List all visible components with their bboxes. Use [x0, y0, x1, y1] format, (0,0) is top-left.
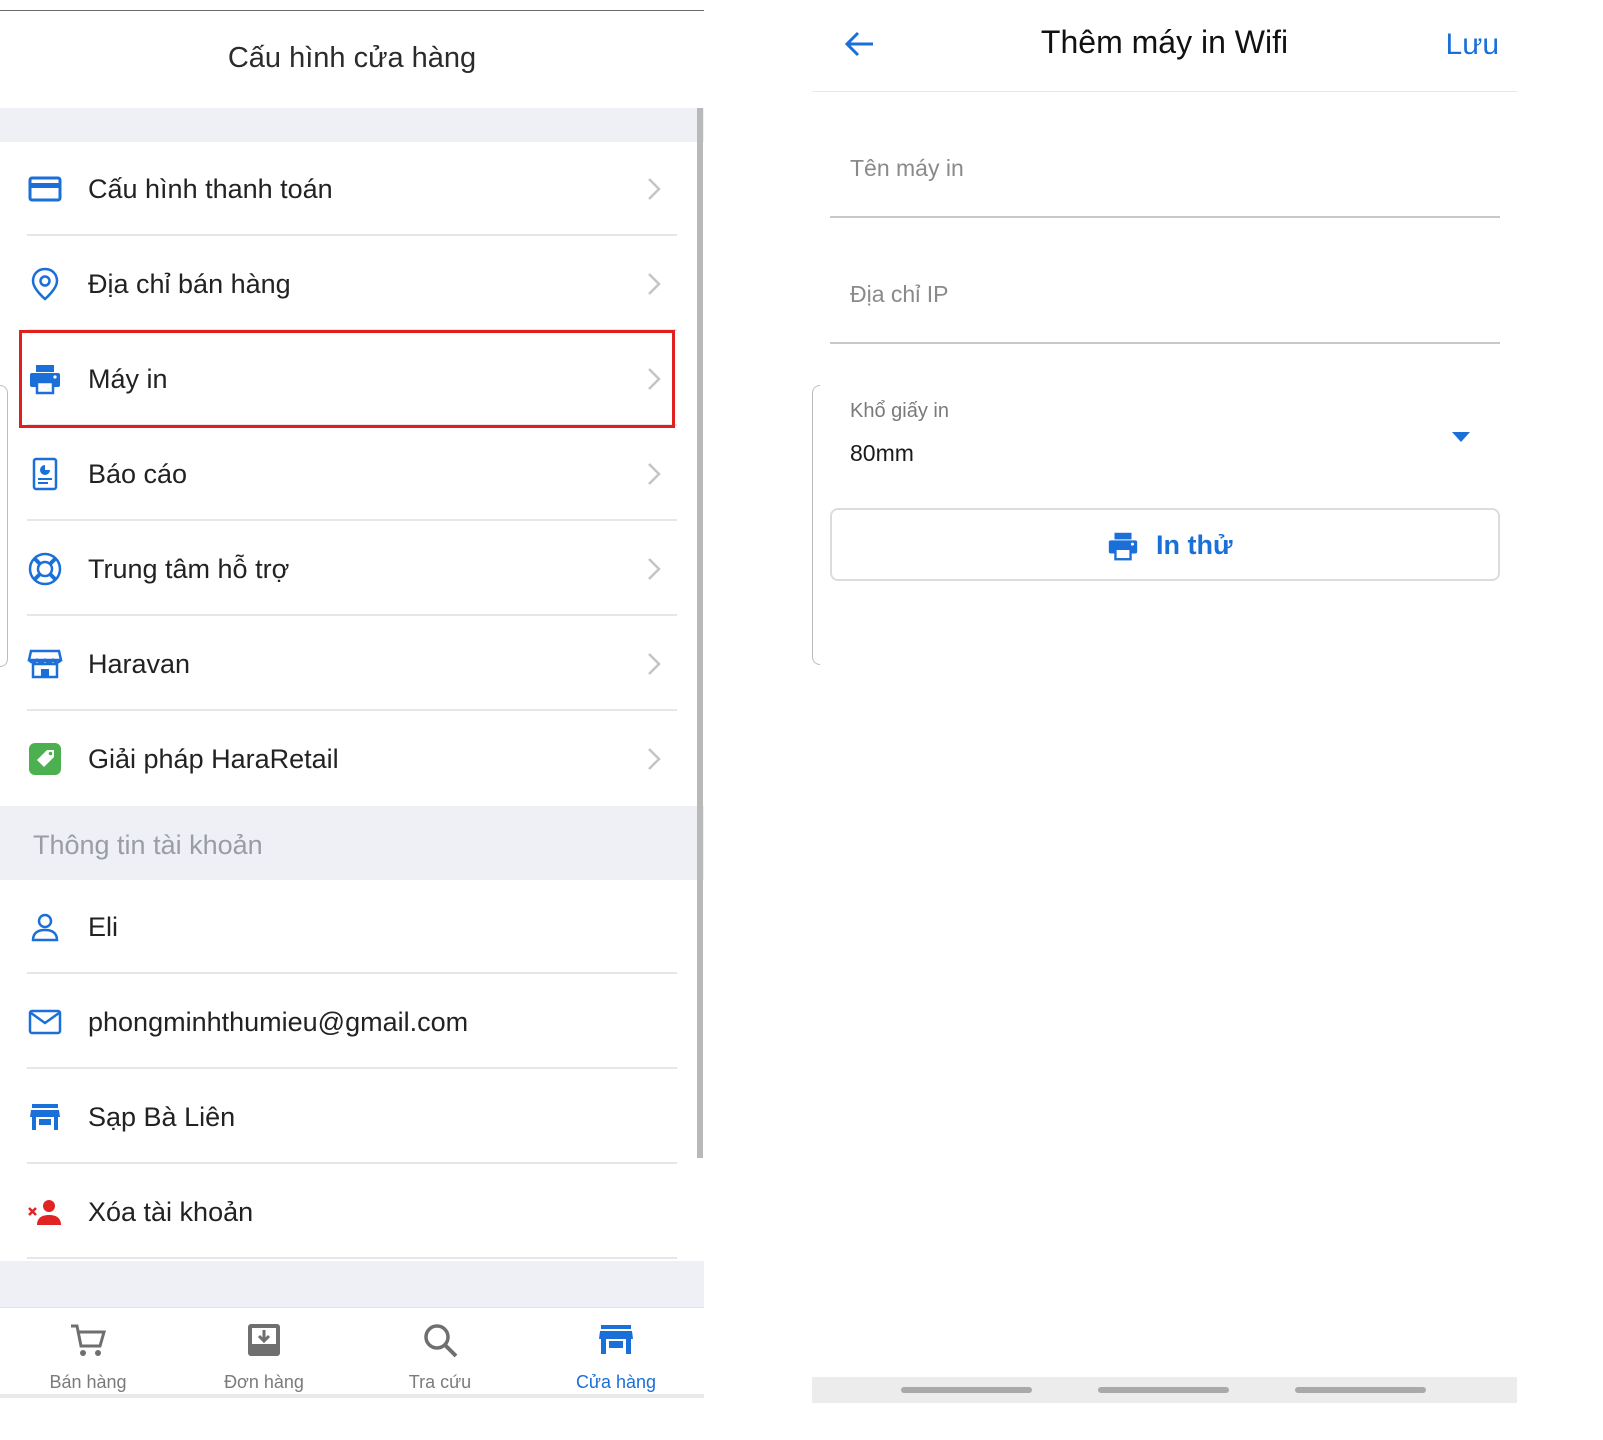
top-divider: [0, 10, 704, 11]
mail-icon: [28, 1009, 62, 1035]
tag-icon: [29, 743, 61, 775]
tab-bar-bottom-edge: [0, 1394, 704, 1398]
divider: [27, 234, 677, 236]
paper-size-label: Khổ giấy in: [850, 400, 949, 422]
printer-icon: [1108, 532, 1138, 561]
tab-label: Bán hàng: [49, 1372, 127, 1392]
bottom-tab-bar: Bán hàng Đơn hàng Tra cứu Cửa hàng: [0, 1307, 704, 1407]
chevron-right-icon: [648, 273, 661, 295]
tab-orders[interactable]: Đơn hàng: [176, 1308, 352, 1408]
search-icon: [424, 1324, 458, 1358]
account-item-store[interactable]: Sạp Bà Liên: [0, 1070, 697, 1164]
test-print-label: In thử: [1156, 530, 1233, 560]
menu-item-support-center[interactable]: Trung tâm hỗ trợ: [0, 522, 697, 616]
account-item-name[interactable]: Eli: [0, 880, 697, 974]
nav-pill[interactable]: [901, 1387, 1032, 1393]
system-navigation-bar: [812, 1377, 1517, 1403]
divider: [27, 519, 677, 521]
credit-card-icon: [28, 176, 62, 202]
printer-name-field[interactable]: Tên máy in: [830, 92, 1500, 218]
page-title: Thêm máy in Wifi: [1040, 24, 1289, 60]
account-item-email[interactable]: phongminhthumieu@gmail.com: [0, 975, 697, 1069]
section-title: Thông tin tài khoản: [33, 830, 263, 860]
tab-label: Tra cứu: [408, 1372, 472, 1392]
panel-edge: [812, 385, 820, 665]
divider: [27, 1067, 677, 1069]
printer-name-placeholder: Tên máy in: [850, 155, 964, 181]
chevron-right-icon: [648, 748, 661, 770]
chevron-right-icon: [648, 653, 661, 675]
store-icon: [599, 1325, 633, 1354]
menu-item-label: Giải pháp HaraRetail: [88, 744, 339, 774]
menu-item-label: Báo cáo: [88, 459, 188, 489]
page-title: Cấu hình cửa hàng: [227, 42, 477, 74]
tab-lookup[interactable]: Tra cứu: [352, 1308, 528, 1408]
divider: [27, 709, 677, 711]
ip-address-field[interactable]: Địa chỉ IP: [830, 218, 1500, 344]
tab-sales[interactable]: Bán hàng: [0, 1308, 176, 1408]
test-print-button[interactable]: In thử: [830, 508, 1500, 581]
highlight-box: [19, 330, 675, 428]
menu-item-sales-address[interactable]: Địa chỉ bán hàng: [0, 237, 697, 331]
account-item-label: Xóa tài khoản: [88, 1197, 254, 1227]
caret-down-icon[interactable]: [1450, 430, 1472, 444]
store-settings-screen: Cấu hình cửa hàng Cấu hình thanh toán Đị…: [0, 0, 704, 1440]
save-button[interactable]: Lưu: [1446, 28, 1499, 62]
menu-item-hararetail-solution[interactable]: Giải pháp HaraRetail: [0, 712, 697, 806]
nav-pill[interactable]: [1098, 1387, 1229, 1393]
nav-pill[interactable]: [1295, 1387, 1426, 1393]
divider: [27, 1162, 677, 1164]
inbox-icon: [248, 1324, 280, 1356]
menu-item-label: Trung tâm hỗ trợ: [88, 554, 290, 584]
location-pin-icon: [31, 267, 59, 301]
panel-edge: [0, 385, 8, 667]
storefront-icon: [27, 649, 63, 679]
tab-label: Đơn hàng: [224, 1372, 304, 1392]
menu-item-label: Địa chỉ bán hàng: [88, 269, 291, 299]
report-icon: [32, 457, 58, 491]
menu-item-label: Cấu hình thanh toán: [88, 174, 333, 204]
section-spacer: [0, 108, 704, 142]
menu-item-reports[interactable]: Báo cáo: [0, 427, 697, 521]
store-icon: [30, 1104, 60, 1130]
chevron-right-icon: [648, 463, 661, 485]
divider: [27, 1257, 677, 1259]
account-item-delete-account[interactable]: Xóa tài khoản: [0, 1165, 697, 1259]
add-wifi-printer-screen: Thêm máy in Wifi Lưu Tên máy in Địa chỉ …: [812, 0, 1517, 1440]
chevron-right-icon: [648, 558, 661, 580]
divider: [27, 614, 677, 616]
chevron-right-icon: [648, 178, 661, 200]
ip-address-placeholder: Địa chỉ IP: [850, 281, 949, 307]
divider: [27, 972, 677, 974]
menu-item-label: Haravan: [88, 649, 191, 679]
scrollbar[interactable]: [697, 108, 703, 1158]
account-item-label: Sạp Bà Liên: [88, 1102, 236, 1132]
tab-store[interactable]: Cửa hàng: [528, 1308, 704, 1408]
user-icon: [31, 913, 59, 942]
paper-size-value: 80mm: [850, 440, 914, 466]
account-item-label: phongminhthumieu@gmail.com: [88, 1007, 469, 1037]
tab-label: Cửa hàng: [575, 1372, 657, 1392]
menu-item-haravan[interactable]: Haravan: [0, 617, 697, 711]
section-spacer: [0, 1261, 704, 1307]
remove-user-icon: [28, 1200, 61, 1225]
lifebuoy-icon: [28, 552, 62, 586]
menu-item-payment-settings[interactable]: Cấu hình thanh toán: [0, 142, 697, 236]
account-item-label: Eli: [88, 912, 119, 942]
cart-icon: [71, 1324, 106, 1356]
